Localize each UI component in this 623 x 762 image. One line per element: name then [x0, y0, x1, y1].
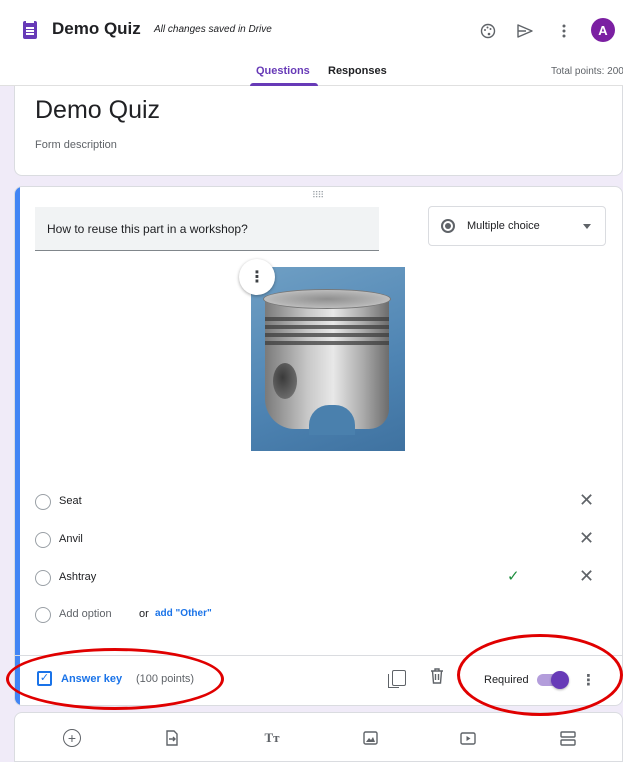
question-image[interactable] [251, 267, 405, 451]
option-radio [35, 607, 51, 623]
remove-option-icon[interactable]: ✕ [579, 566, 594, 587]
form-description-field[interactable]: Form description [35, 139, 117, 151]
piston-ring [265, 333, 389, 337]
add-item-toolbar: + Tт [14, 712, 623, 762]
answer-key-check-icon[interactable]: ✓ [37, 671, 52, 686]
question-type-label: Multiple choice [467, 220, 540, 232]
option-label[interactable]: Anvil [59, 533, 83, 545]
option-row[interactable]: Anvil ✕ [35, 528, 605, 550]
delete-icon[interactable] [430, 668, 444, 688]
option-row[interactable]: Ashtray ✓ ✕ [35, 566, 605, 588]
question-card[interactable]: ⠿⠿ How to reuse this part in a workshop?… [14, 186, 623, 706]
add-section-icon[interactable] [557, 727, 579, 749]
add-video-icon[interactable] [457, 727, 479, 749]
question-title: How to reuse this part in a workshop? [47, 222, 248, 236]
option-radio [35, 570, 51, 586]
chevron-down-icon [583, 224, 591, 229]
question-footer: ✓ Answer key (100 points) Required ⋮ [15, 655, 622, 705]
question-title-field[interactable]: How to reuse this part in a workshop? [35, 207, 379, 251]
add-option-row: Add option or add "Other" [35, 605, 605, 625]
drag-handle-icon[interactable]: ⠿⠿ [312, 190, 324, 201]
avatar[interactable]: A [591, 18, 615, 42]
add-other-button[interactable]: add "Other" [155, 608, 212, 619]
option-radio [35, 494, 51, 510]
required-toggle[interactable] [537, 671, 569, 689]
piston-ring [265, 341, 389, 345]
forms-icon[interactable] [23, 21, 37, 39]
tab-responses[interactable]: Responses [328, 65, 387, 77]
answer-key-button[interactable]: Answer key [61, 673, 122, 685]
remove-option-icon[interactable]: ✕ [579, 528, 594, 549]
top-bar: Demo Quiz All changes saved in Drive A [0, 0, 623, 56]
required-label: Required [484, 674, 529, 686]
option-label[interactable]: Seat [59, 495, 82, 507]
save-status: All changes saved in Drive [154, 24, 272, 35]
image-options-button[interactable]: ⋮ [239, 259, 275, 295]
total-points: Total points: 200 [551, 66, 623, 77]
more-vert-icon[interactable]: ⋮ [581, 671, 596, 689]
add-image-icon[interactable] [359, 727, 381, 749]
tab-bar: Questions Responses Total points: 200 [0, 56, 623, 86]
piston-skirt-cutout [309, 405, 355, 435]
tab-questions[interactable]: Questions [256, 65, 310, 77]
piston-ring [265, 317, 389, 321]
option-label[interactable]: Ashtray [59, 571, 96, 583]
option-radio [35, 532, 51, 548]
piston-pin-hole [273, 363, 297, 399]
piston-crown [263, 289, 391, 309]
import-questions-icon[interactable] [161, 727, 183, 749]
form-title[interactable]: Demo Quiz [35, 96, 160, 125]
question-type-dropdown[interactable]: Multiple choice [428, 206, 606, 246]
points-value: (100 points) [136, 673, 195, 685]
correct-answer-check-icon: ✓ [507, 568, 520, 585]
more-vert-icon[interactable] [553, 20, 575, 42]
app-title[interactable]: Demo Quiz [52, 19, 141, 39]
radio-button-icon [441, 219, 455, 233]
palette-icon[interactable] [477, 20, 499, 42]
form-title-card: Demo Quiz Form description [14, 86, 623, 176]
add-option-button[interactable]: Add option [59, 608, 112, 620]
piston-ring [265, 325, 389, 329]
remove-option-icon[interactable]: ✕ [579, 490, 594, 511]
add-title-icon[interactable]: Tт [261, 727, 283, 749]
add-question-icon[interactable]: + [63, 729, 81, 747]
duplicate-icon[interactable] [388, 670, 406, 688]
option-row[interactable]: Seat ✕ [35, 490, 605, 512]
send-icon[interactable] [514, 20, 536, 42]
or-text: or [139, 608, 149, 620]
